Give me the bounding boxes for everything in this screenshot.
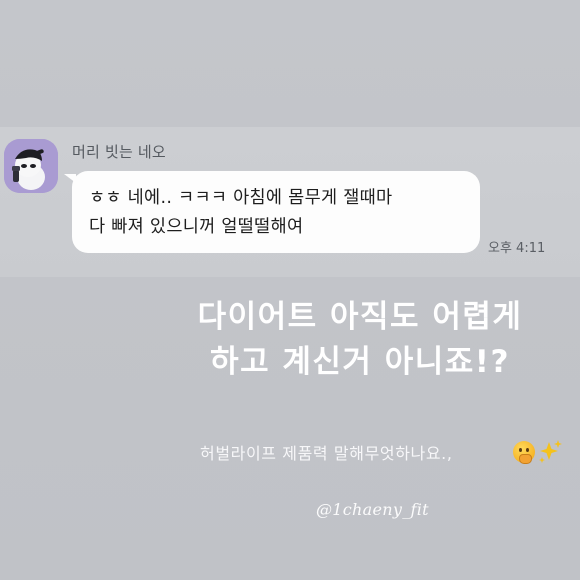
emoji-eye [526, 448, 529, 452]
story-background: 머리 빗는 네오 ㅎㅎ 네에.. ㅋㅋㅋ 아침에 몸무게 잴때마 다 빠져 있으… [0, 0, 580, 580]
message-text: ㅎㅎ 네에.. ㅋㅋㅋ 아침에 몸무게 잴때마 다 빠져 있으니꺼 얼떨떨해여 [89, 188, 393, 237]
avatar[interactable] [4, 139, 58, 193]
sender-name: 머리 빗는 네오 [72, 143, 166, 161]
neo-character-icon [4, 139, 58, 193]
shushing-face-emoji-icon [513, 441, 535, 464]
message-time: 오후 4:11 [488, 241, 546, 256]
story-caption: 허벌라이프 제품력 말해무엇하나요., [200, 444, 453, 463]
sparkles-emoji-icon [539, 440, 562, 463]
story-headline: 다이어트 아직도 어렵게 하고 계신거 아니죠!? [197, 299, 523, 380]
emoji-eye [519, 448, 522, 452]
instagram-mention[interactable]: @1chaeny_fit [316, 500, 429, 519]
emoji-hand [519, 454, 532, 464]
